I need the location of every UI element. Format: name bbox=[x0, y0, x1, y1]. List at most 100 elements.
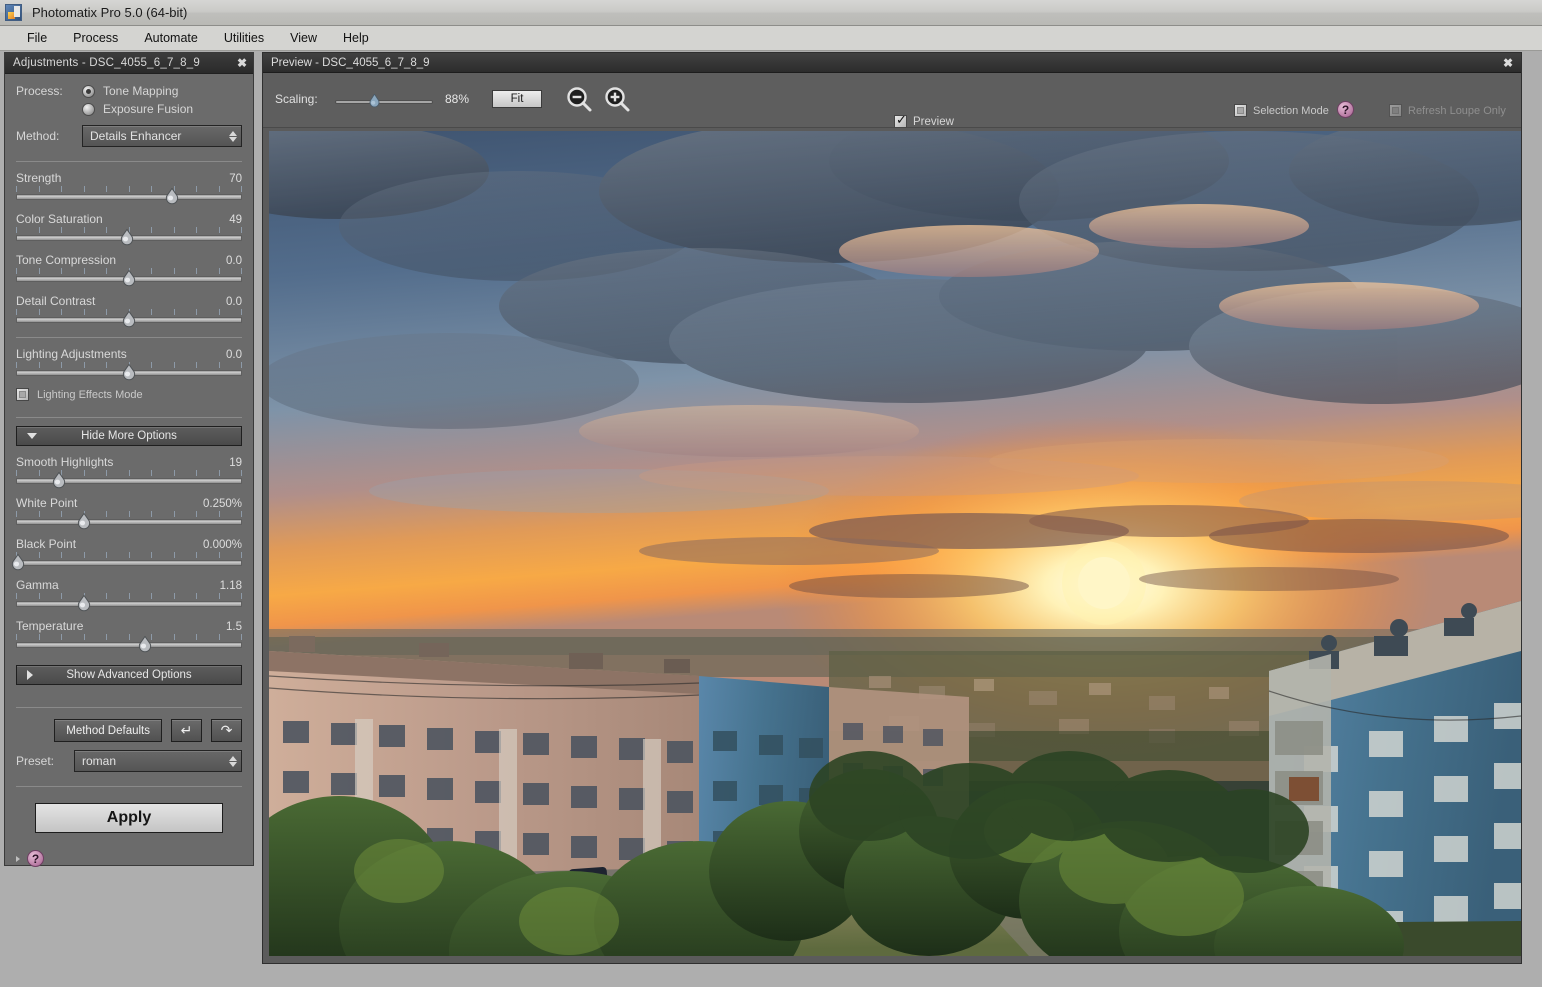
slider-handle[interactable] bbox=[137, 636, 152, 653]
lighting-effects-mode-checkbox[interactable] bbox=[16, 388, 29, 401]
radio-tone-mapping-label: Tone Mapping bbox=[103, 84, 179, 98]
method-label: Method: bbox=[16, 129, 60, 143]
hide-more-options-button[interactable]: Hide More Options bbox=[16, 426, 242, 446]
slider-group-main: Strength 70 Color Saturation 49 Tone Compres… bbox=[16, 171, 242, 328]
menu-file[interactable]: File bbox=[14, 28, 60, 48]
slider-value: 19 bbox=[229, 457, 242, 469]
slider-handle[interactable] bbox=[122, 311, 137, 328]
close-icon[interactable]: ✖ bbox=[1503, 56, 1513, 70]
slider-handle[interactable] bbox=[122, 364, 137, 381]
refresh-loupe-only-row: Refresh Loupe Only bbox=[1389, 104, 1506, 117]
menu-process[interactable]: Process bbox=[60, 28, 131, 48]
scaling-slider-handle[interactable] bbox=[368, 93, 381, 109]
chevron-right-icon[interactable] bbox=[16, 855, 20, 862]
slider-handle[interactable] bbox=[122, 270, 137, 287]
slider-track-wrap[interactable] bbox=[16, 470, 242, 489]
preview-window: Preview - DSC_4055_6_7_8_9 ✖ Scaling: 88… bbox=[262, 52, 1522, 964]
slider-track[interactable] bbox=[16, 519, 242, 525]
slider-header: Smooth Highlights 19 bbox=[16, 455, 242, 469]
magnifier-plus-icon[interactable] bbox=[603, 85, 633, 115]
slider-header: Color Saturation 49 bbox=[16, 212, 242, 226]
slider-track-wrap[interactable] bbox=[16, 511, 242, 530]
help-icon[interactable]: ? bbox=[27, 850, 44, 867]
preview-canvas-area bbox=[263, 128, 1521, 963]
magnifier-minus-icon[interactable] bbox=[565, 85, 595, 115]
slider-track-wrap[interactable] bbox=[16, 186, 242, 205]
preset-dropdown[interactable]: roman bbox=[74, 750, 242, 772]
slider-value: 49 bbox=[229, 214, 242, 226]
slider-header: Tone Compression 0.0 bbox=[16, 253, 242, 267]
divider-5 bbox=[16, 786, 242, 787]
menubar: File Process Automate Utilities View Hel… bbox=[0, 26, 1542, 51]
radio-exposure-fusion-label: Exposure Fusion bbox=[103, 102, 194, 116]
show-advanced-options-button[interactable]: Show Advanced Options bbox=[16, 665, 242, 685]
slider-label: Detail Contrast bbox=[16, 294, 96, 308]
chevron-updown-icon bbox=[229, 130, 237, 142]
slider-value: 0.250% bbox=[202, 498, 242, 510]
defaults-row: Method Defaults ↵ ↷ bbox=[16, 719, 242, 742]
slider-track-wrap[interactable] bbox=[12, 552, 242, 571]
slider-ticks bbox=[16, 552, 242, 559]
slider-track[interactable] bbox=[16, 601, 242, 607]
slider-track-wrap[interactable] bbox=[16, 593, 242, 612]
slider-handle[interactable] bbox=[164, 188, 179, 205]
slider-handle[interactable] bbox=[76, 595, 91, 612]
scaling-slider-track[interactable] bbox=[335, 100, 433, 104]
slider-track[interactable] bbox=[16, 642, 242, 648]
slider-group-more: Smooth Highlights 19 White Point 0.250% Blac… bbox=[12, 455, 242, 653]
radio-exposure-fusion[interactable] bbox=[82, 102, 95, 116]
process-row: Process: Tone Mapping bbox=[16, 84, 242, 98]
preview-checkbox-label: Preview bbox=[913, 115, 954, 128]
menu-automate[interactable]: Automate bbox=[131, 28, 211, 48]
slider-handle[interactable] bbox=[51, 472, 66, 489]
undo-button[interactable]: ↵ bbox=[171, 719, 202, 742]
close-icon[interactable]: ✖ bbox=[237, 57, 247, 69]
slider-track-wrap[interactable] bbox=[16, 362, 242, 381]
slider-value: 0.0 bbox=[226, 255, 242, 267]
refresh-loupe-only-checkbox bbox=[1389, 104, 1402, 117]
slider-track-wrap[interactable] bbox=[16, 634, 242, 653]
hide-more-options-label: Hide More Options bbox=[81, 430, 177, 442]
slider-track-wrap[interactable] bbox=[16, 227, 242, 246]
slider-handle[interactable] bbox=[119, 229, 134, 246]
hdr-preview-image[interactable] bbox=[269, 131, 1521, 956]
preview-checkbox[interactable] bbox=[894, 113, 907, 128]
method-dropdown[interactable]: Details Enhancer bbox=[82, 125, 242, 147]
selection-mode-row[interactable]: Selection Mode bbox=[1234, 104, 1329, 117]
method-defaults-button[interactable]: Method Defaults bbox=[54, 719, 162, 742]
apply-button[interactable]: Apply bbox=[35, 803, 223, 833]
chevron-updown-icon bbox=[229, 755, 237, 767]
slider-label: Lighting Adjustments bbox=[16, 347, 127, 361]
slider-header: Lighting Adjustments 0.0 bbox=[16, 347, 242, 361]
undo-icon: ↵ bbox=[180, 722, 193, 738]
preset-row: Preset: roman bbox=[16, 750, 242, 772]
menu-utilities[interactable]: Utilities bbox=[211, 28, 277, 48]
slider-handle[interactable] bbox=[11, 554, 26, 571]
slider-label: Color Saturation bbox=[16, 212, 103, 226]
slider-label: Smooth Highlights bbox=[16, 455, 114, 469]
process-label: Process: bbox=[16, 84, 63, 98]
slider-value: 0.000% bbox=[202, 539, 242, 551]
radio-tone-mapping[interactable] bbox=[82, 84, 95, 98]
slider-gamma: Gamma 1.18 bbox=[16, 578, 242, 612]
slider-header: Strength 70 bbox=[16, 171, 242, 185]
slider-track-wrap[interactable] bbox=[16, 268, 242, 287]
slider-track[interactable] bbox=[16, 560, 242, 566]
slider-track-wrap[interactable] bbox=[16, 309, 242, 328]
preview-checkbox-row[interactable]: Preview bbox=[894, 113, 954, 128]
menu-view[interactable]: View bbox=[277, 28, 330, 48]
menu-help[interactable]: Help bbox=[330, 28, 382, 48]
slider-ticks bbox=[16, 470, 242, 477]
divider-3 bbox=[16, 417, 242, 418]
slider-value: 70 bbox=[229, 173, 242, 185]
show-advanced-options-label: Show Advanced Options bbox=[66, 669, 192, 681]
fit-button[interactable]: Fit bbox=[492, 90, 542, 108]
lighting-effects-mode-row[interactable]: Lighting Effects Mode bbox=[16, 388, 242, 401]
slider-label: Temperature bbox=[16, 619, 84, 633]
slider-track[interactable] bbox=[16, 194, 242, 200]
help-icon[interactable]: ? bbox=[1337, 101, 1354, 118]
slider-track[interactable] bbox=[16, 478, 242, 484]
redo-button[interactable]: ↷ bbox=[211, 719, 242, 742]
slider-handle[interactable] bbox=[76, 513, 91, 530]
selection-mode-checkbox[interactable] bbox=[1234, 104, 1247, 117]
